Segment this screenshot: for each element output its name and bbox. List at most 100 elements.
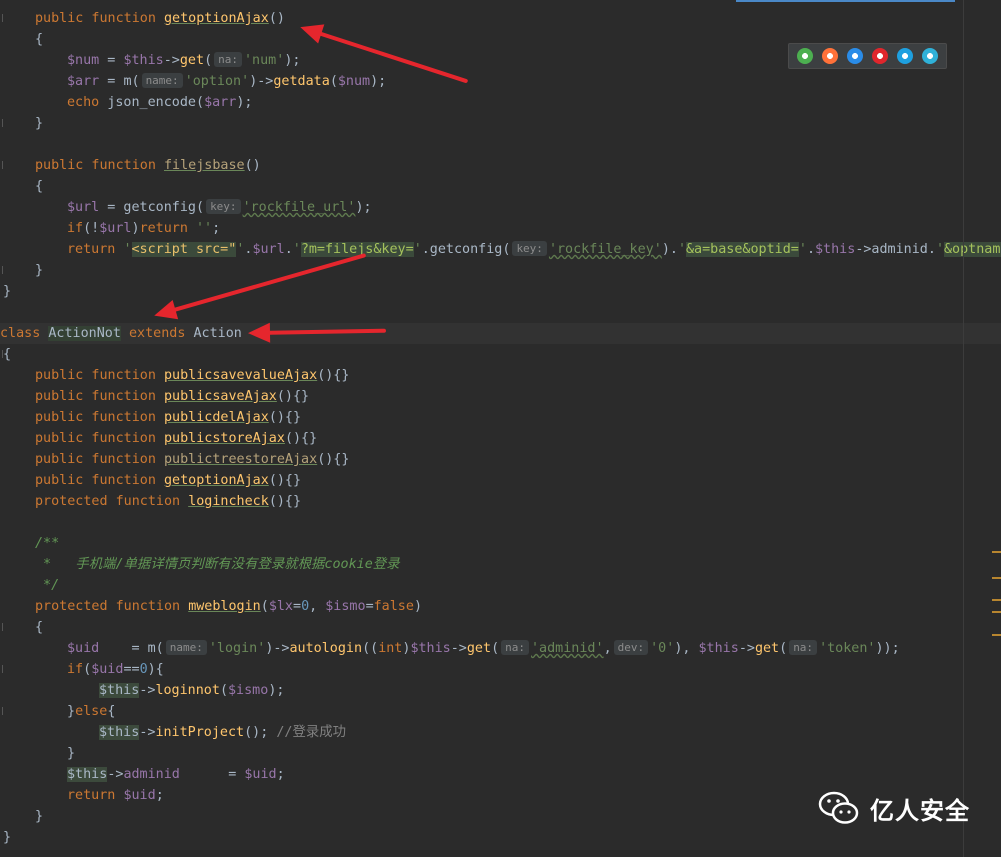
code-token: getdata — [273, 74, 330, 89]
code-line-text: $uid = m(name:'login')->autologin((int)$… — [67, 638, 900, 659]
code-line[interactable]: $this->loginnot($ismo); — [0, 680, 1001, 701]
code-line[interactable]: } — [0, 260, 1001, 281]
code-token: ); — [370, 74, 387, 89]
code-token: ( — [491, 641, 500, 656]
edge-icon[interactable] — [921, 48, 938, 64]
code-token: )); — [875, 641, 900, 656]
code-line[interactable]: echo json_encode($arr); — [0, 92, 1001, 113]
code-token: () — [268, 11, 285, 26]
code-token: publicsavevalueAjax — [164, 368, 318, 383]
code-line[interactable]: if($uid==0){ — [0, 659, 1001, 680]
code-editor[interactable]: public function getoptionAjax(){$num = $… — [0, 0, 1001, 857]
safari-icon[interactable] — [847, 48, 864, 64]
code-token: () — [244, 158, 261, 173]
code-line[interactable]: public function publicsaveAjax(){} — [0, 386, 1001, 407]
code-line[interactable]: if(!$url)return ''; — [0, 218, 1001, 239]
code-line-text: } — [3, 827, 11, 848]
code-line[interactable]: public function publicstoreAjax(){} — [0, 428, 1001, 449]
code-line-text: return '<script src="'.$url.'?m=filejs&k… — [67, 239, 1001, 260]
fold-marker[interactable] — [2, 14, 8, 22]
code-line[interactable]: $url = getconfig(key:'rockfile_url'); — [0, 197, 1001, 218]
code-token: ' — [798, 242, 807, 257]
error-stripe-marker[interactable] — [992, 551, 1001, 553]
code-token: ) — [131, 221, 140, 236]
firefox-icon[interactable] — [822, 48, 839, 64]
code-line-text: public function publicdelAjax(){} — [35, 407, 301, 428]
code-token: public function — [35, 431, 164, 446]
fold-marker[interactable] — [2, 161, 8, 169]
code-token: $num — [337, 74, 371, 89]
code-line[interactable]: public function getoptionAjax(){} — [0, 470, 1001, 491]
code-token: $lx — [268, 599, 293, 614]
code-line[interactable]: public function filejsbase() — [0, 155, 1001, 176]
code-line[interactable]: } — [0, 827, 1001, 848]
code-token: protected function — [35, 599, 189, 614]
code-line[interactable]: protected function mweblogin($lx=0, $ism… — [0, 596, 1001, 617]
code-token: protected function — [35, 494, 189, 509]
fold-marker[interactable] — [2, 665, 8, 673]
code-line[interactable]: $this->initProject(); //登录成功 — [0, 722, 1001, 743]
fold-marker[interactable] — [2, 707, 8, 715]
code-token: ActionNot — [48, 326, 121, 341]
code-line[interactable]: class ActionNot extends Action — [0, 323, 1001, 344]
code-token: ' — [935, 242, 944, 257]
code-token: * 手机端/单据详情页判断有没有登录就根据cookie登录 — [35, 557, 400, 572]
fold-marker[interactable] — [2, 350, 8, 358]
code-token: { — [35, 32, 44, 47]
code-token: { — [107, 704, 116, 719]
code-line-text: { — [35, 29, 43, 50]
code-line[interactable]: /** — [0, 533, 1001, 554]
code-token: } — [3, 284, 12, 299]
code-token: (){} — [268, 494, 302, 509]
code-token: echo — [67, 95, 108, 110]
wechat-icon — [818, 791, 859, 824]
opera-icon[interactable] — [871, 48, 888, 64]
fold-marker[interactable] — [2, 119, 8, 127]
code-line[interactable]: { — [0, 176, 1001, 197]
code-line-text: } — [35, 260, 43, 281]
code-line[interactable]: public function publictreestoreAjax(){} — [0, 449, 1001, 470]
code-line[interactable]: } — [0, 113, 1001, 134]
code-token: { — [35, 179, 44, 194]
code-token: &a=base&optid= — [686, 242, 799, 257]
error-stripe-marker[interactable] — [992, 599, 1001, 601]
error-stripe-marker[interactable] — [992, 577, 1001, 579]
code-line[interactable]: $uid = m(name:'login')->autologin((int)$… — [0, 638, 1001, 659]
code-line[interactable]: public function publicdelAjax(){} — [0, 407, 1001, 428]
code-token: $this — [698, 641, 739, 656]
code-line[interactable]: $this->adminid = $uid; — [0, 764, 1001, 785]
code-token: ' — [677, 242, 686, 257]
code-line[interactable]: * 手机端/单据详情页判断有没有登录就根据cookie登录 — [0, 554, 1001, 575]
code-line[interactable]: { — [0, 617, 1001, 638]
code-token: $uid — [123, 788, 156, 803]
code-token: return — [139, 221, 196, 236]
chrome-icon[interactable] — [797, 48, 814, 64]
code-token: (){} — [268, 410, 302, 425]
code-line[interactable]: protected function logincheck(){} — [0, 491, 1001, 512]
code-line[interactable]: }else{ — [0, 701, 1001, 722]
code-token: if — [67, 662, 84, 677]
code-line[interactable]: { — [0, 344, 1001, 365]
code-line[interactable]: public function publicsavevalueAjax(){} — [0, 365, 1001, 386]
code-token: autologin — [289, 641, 363, 656]
code-line[interactable]: } — [0, 743, 1001, 764]
ie-icon[interactable] — [896, 48, 913, 64]
code-line[interactable]: */ — [0, 575, 1001, 596]
error-stripe-marker[interactable] — [992, 611, 1001, 613]
error-stripe-marker[interactable] — [992, 634, 1001, 636]
code-token: ( — [219, 683, 228, 698]
code-line[interactable]: } — [0, 281, 1001, 302]
code-token: ); — [236, 95, 253, 110]
code-line-text: }else{ — [67, 701, 115, 722]
fold-marker[interactable] — [2, 266, 8, 274]
code-token: ' — [292, 242, 301, 257]
code-line[interactable]: $arr = m(name:'option')->getdata($num); — [0, 71, 1001, 92]
code-token: )-> — [249, 74, 274, 89]
code-token: m( — [123, 74, 140, 89]
fold-marker[interactable] — [2, 623, 8, 631]
code-line[interactable]: public function getoptionAjax() — [0, 8, 1001, 29]
code-line[interactable]: return '<script src="'.$url.'?m=filejs&k… — [0, 239, 1001, 260]
code-token: Action — [193, 326, 242, 341]
code-token: (( — [362, 641, 379, 656]
code-token: initProject — [155, 725, 245, 740]
